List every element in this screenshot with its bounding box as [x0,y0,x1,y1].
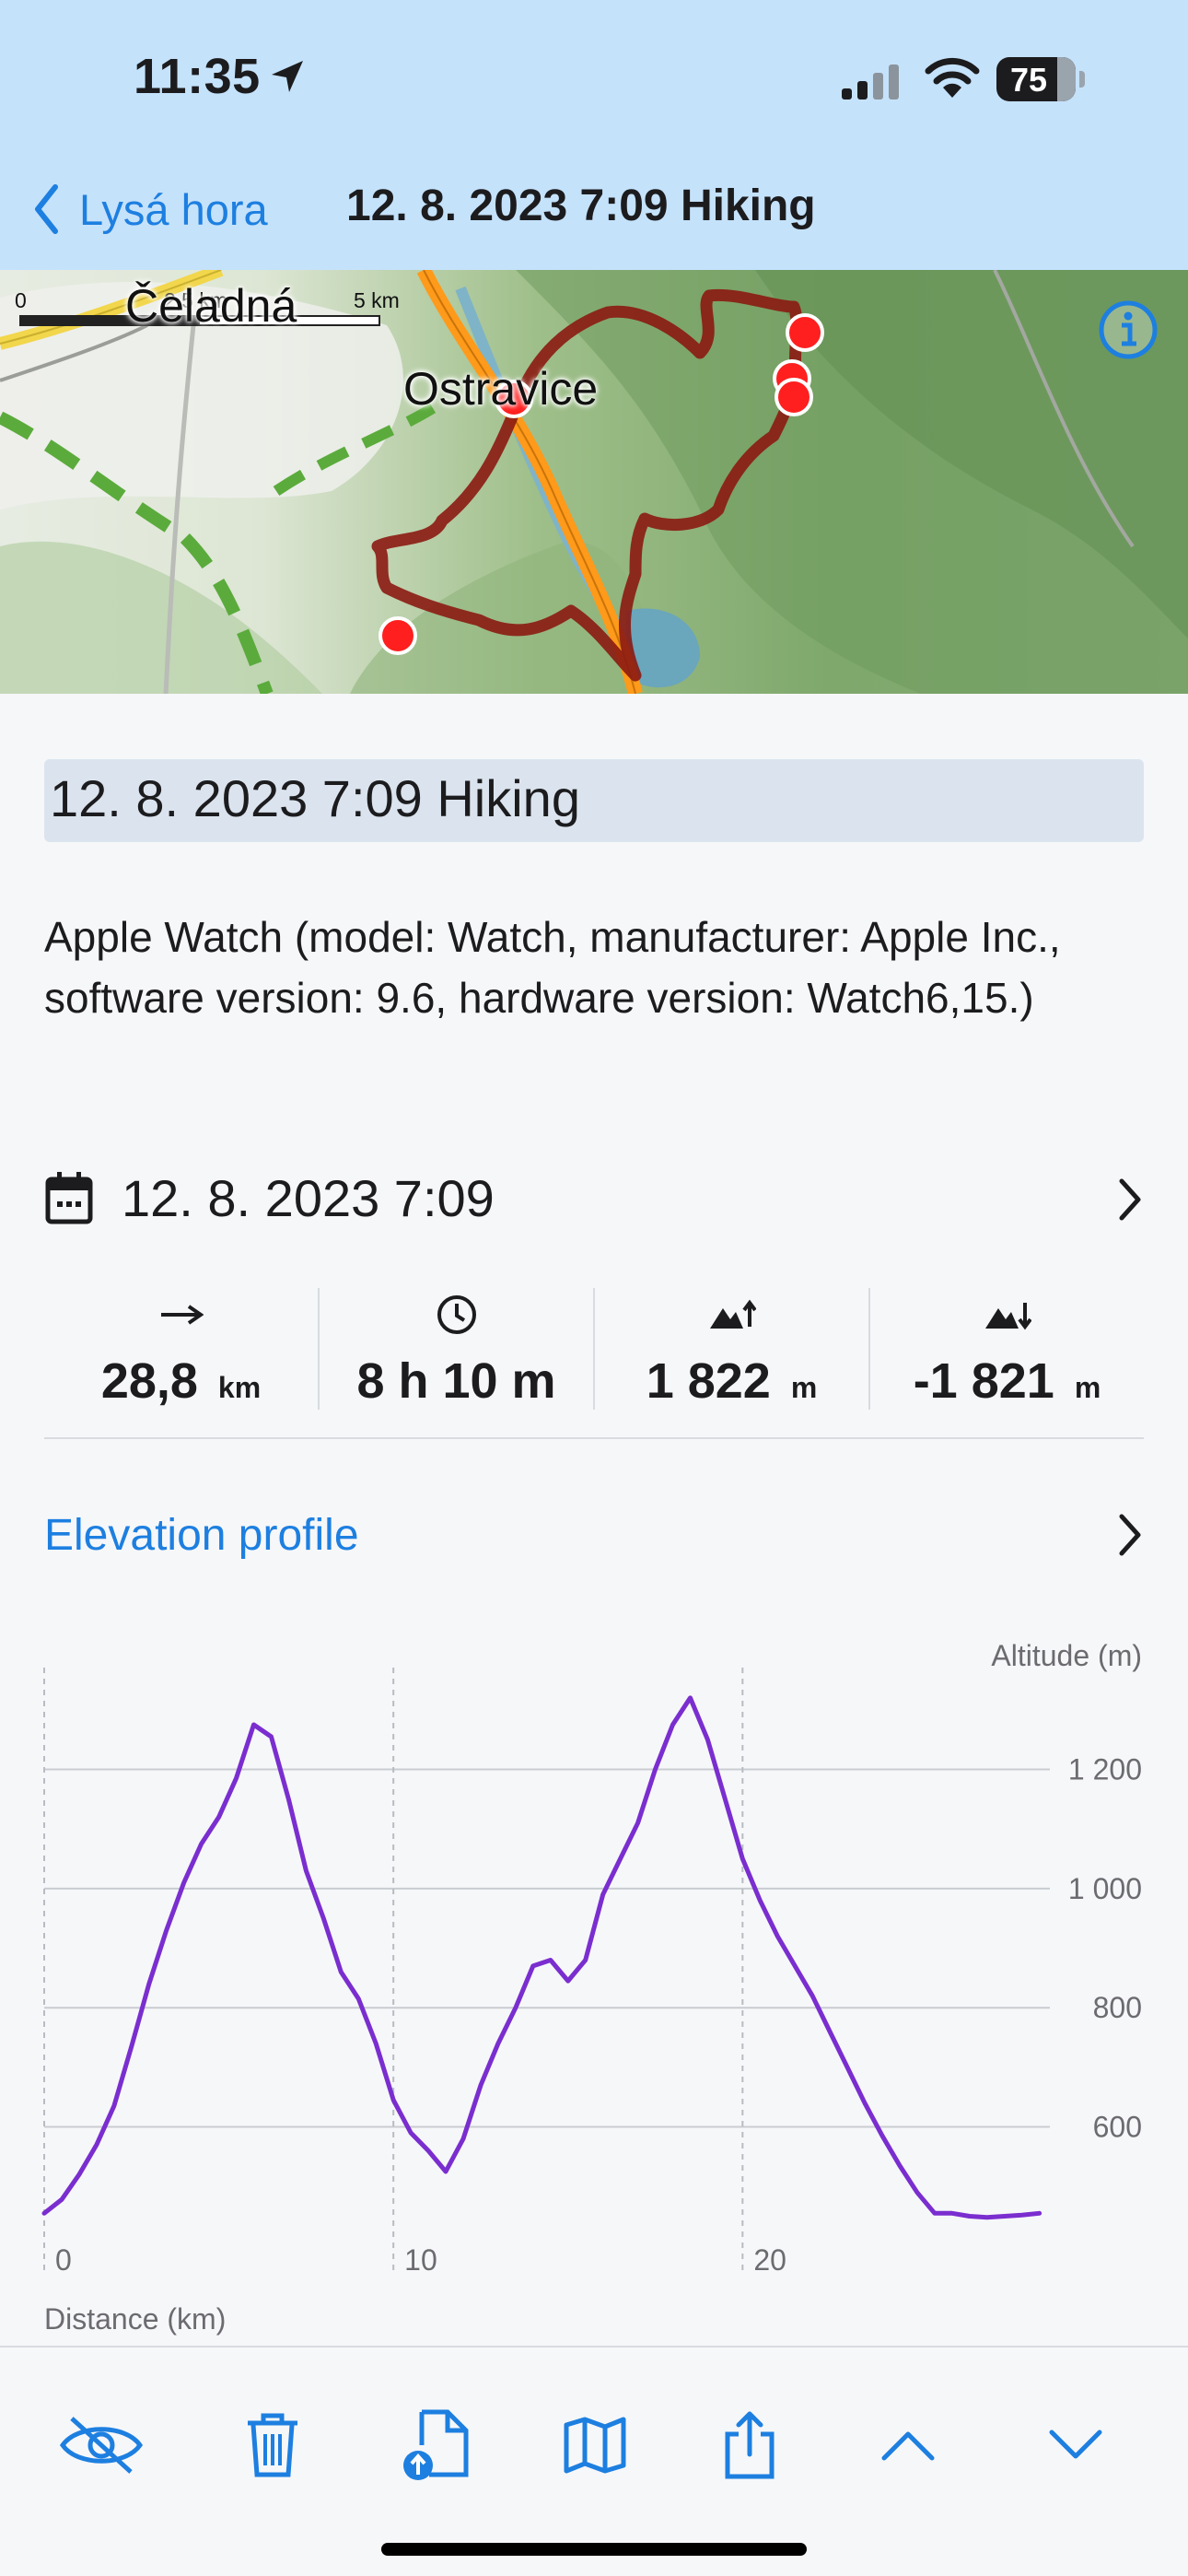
chevron-right-icon [1119,1514,1141,1556]
chevron-up-icon [881,2431,935,2461]
header: 11:35 75 Lysá hora 12. 8. 2023 7:09 Hiki… [0,0,1188,270]
chevron-left-icon [35,184,58,234]
chart-x-axis-label: Distance (km) [44,2302,226,2336]
chart-y-tick-label: 1 200 [1068,1753,1142,1786]
date-row[interactable]: 12. 8. 2023 7:09 [44,1152,1144,1244]
scale-label-end: 5 km [354,288,400,312]
stat-descent: -1 821 m [868,1288,1144,1410]
elevation-chart[interactable]: 600 800 1 000 1 200 0 10 20 Altitude (m) Dista… [0,1622,1188,2340]
stat-ascent: 1 822 m [593,1288,868,1410]
delete-button[interactable] [227,2399,319,2491]
home-indicator [381,2543,807,2556]
stat-distance-unit: km [217,1371,262,1404]
location-arrow-icon [272,61,303,92]
export-file-button[interactable] [390,2399,483,2491]
share-button[interactable] [704,2399,796,2491]
stat-distance: 28,8 km [44,1288,318,1410]
stat-distance-value: 28,8 [100,1353,198,1409]
back-button[interactable]: Lysá hora [33,179,268,240]
page-title: 12. 8. 2023 7:09 Hiking [346,181,816,230]
scale-label-zero: 0 [15,288,27,312]
chart-y-tick-label: 600 [1093,2111,1142,2144]
stat-ascent-unit: m [790,1371,818,1404]
chart-y-axis-label: Altitude (m) [991,1639,1142,1672]
stat-descent-unit: m [1074,1371,1101,1404]
back-label: Lysá hora [79,184,268,234]
elevation-profile-link[interactable]: Elevation profile [44,1500,1144,1570]
status-time: 11:35 [134,49,261,104]
chart-y-tick-label: 800 [1093,1991,1142,2024]
track-map[interactable]: 0 2,5 km 5 km Čeladná Ostravice [0,270,1188,694]
previous-button[interactable] [862,2399,954,2491]
stats-divider [44,1437,1144,1439]
stat-duration-value: 8 h 10 m [356,1353,556,1409]
ascent-icon [709,1299,756,1329]
chevron-right-icon [1119,1178,1141,1221]
bottom-toolbar [0,2346,1188,2576]
chart-x-tick-label: 0 [55,2243,72,2277]
cellular-signal-icon [842,64,899,100]
chart-x-tick-label: 10 [404,2243,437,2277]
chart-y-tick-label: 1 000 [1068,1872,1142,1905]
calendar-icon [45,1172,93,1224]
distance-arrow-icon [160,1305,204,1325]
eye-slash-icon [59,2417,144,2474]
info-icon[interactable] [1096,298,1160,362]
trash-icon [248,2413,297,2477]
battery-level: 75 [1009,61,1048,99]
wifi-icon [925,57,980,98]
elevation-series-line [41,1695,1042,2220]
file-upload-icon [403,2409,469,2480]
stat-ascent-value: 1 822 [646,1353,771,1409]
next-button[interactable] [1030,2399,1122,2491]
stat-duration: 8 h 10 m [318,1288,593,1410]
battery-tip [1079,71,1085,88]
device-description: Apple Watch (model: Watch, manufacturer:… [44,913,1061,1022]
stat-descent-value: -1 821 [913,1353,1054,1409]
chevron-down-icon [1049,2430,1102,2459]
activity-date: 12. 8. 2023 7:09 [122,1168,495,1227]
descent-icon [984,1303,1031,1330]
map-button[interactable] [549,2399,641,2491]
clock-icon [437,1295,476,1334]
map-place-ostravice: Ostravice [403,363,599,415]
map-icon [564,2417,626,2474]
map-place-celadna: Čeladná [125,280,297,332]
elevation-profile-label: Elevation profile [44,1510,359,1560]
hide-button[interactable] [55,2399,147,2491]
stats-row: 28,8 km 8 h 10 m 1 822 m -1 821 m [44,1288,1144,1410]
activity-title-field[interactable]: 12. 8. 2023 7:09 Hiking [44,759,1144,842]
status-bar: 11:35 75 [0,0,1188,157]
share-icon [725,2411,775,2479]
battery-indicator: 75 [996,57,1076,101]
chart-x-tick-label: 20 [753,2243,786,2277]
